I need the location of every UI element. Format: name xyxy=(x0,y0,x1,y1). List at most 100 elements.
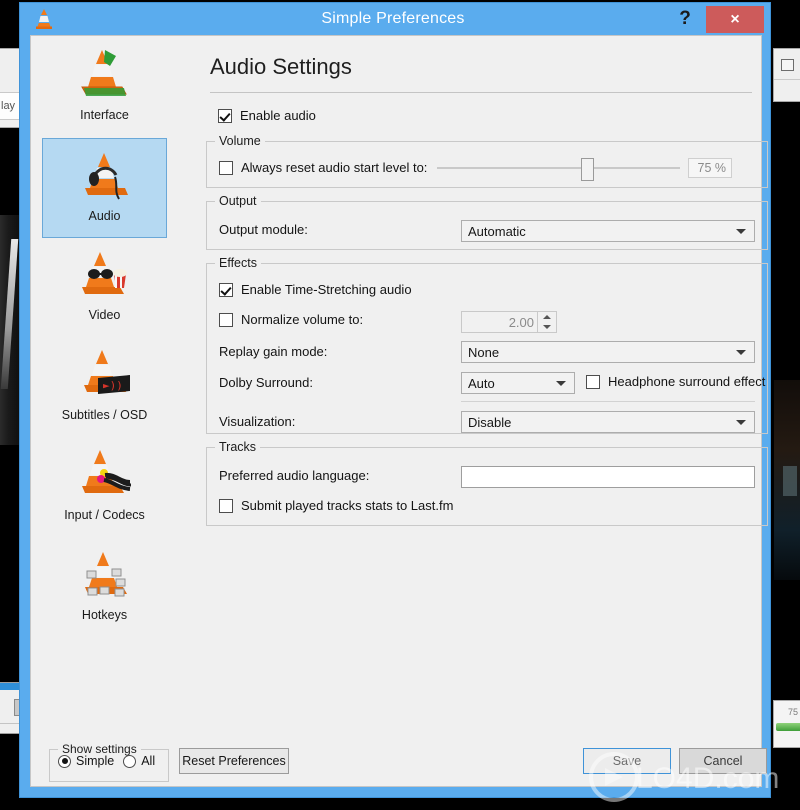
sidebar-item-video[interactable]: Video xyxy=(42,238,167,338)
volume-slider-track xyxy=(437,167,680,169)
normalize-row[interactable]: Normalize volume to: xyxy=(219,312,363,327)
visualization-value: Disable xyxy=(468,415,511,430)
svg-text:►)): ►)) xyxy=(103,379,123,392)
always-reset-row[interactable]: Always reset audio start level to: xyxy=(219,160,427,175)
settings-content: Audio Settings Enable audio Volume Alway… xyxy=(178,36,761,740)
dialog-body: Interface Audio xyxy=(30,35,762,787)
save-button[interactable]: Save xyxy=(583,748,671,774)
vlc-cone-headphones-icon xyxy=(74,145,136,207)
show-settings-group: Show settings Simple All xyxy=(49,742,169,782)
time-stretch-row[interactable]: Enable Time-Stretching audio xyxy=(219,282,412,297)
show-settings-radios[interactable]: Simple All xyxy=(50,754,168,768)
dolby-surround-select[interactable]: Auto xyxy=(461,372,575,394)
spinner-up-icon[interactable] xyxy=(538,312,556,322)
output-group: Output Output module: Automatic xyxy=(206,194,768,250)
cancel-button[interactable]: Cancel xyxy=(679,748,767,774)
enable-audio-row[interactable]: Enable audio xyxy=(218,108,316,123)
headphone-surround-label: Headphone surround effect xyxy=(608,374,765,389)
page-title: Audio Settings xyxy=(210,54,352,80)
close-button[interactable]: × xyxy=(706,6,764,33)
background-window-bottom-right[interactable]: 75 xyxy=(773,700,800,748)
sidebar-item-subtitles-osd[interactable]: ►)) Subtitles / OSD xyxy=(42,338,167,438)
spinner-down-icon[interactable] xyxy=(538,322,556,332)
volume-group: Volume Always reset audio start level to… xyxy=(206,134,768,188)
effects-group: Effects Enable Time-Stretching audio Nor… xyxy=(206,256,768,434)
time-stretch-checkbox[interactable] xyxy=(219,283,233,297)
replay-gain-select[interactable]: None xyxy=(461,341,755,363)
chevron-down-icon xyxy=(556,381,566,386)
sidebar-item-label: Video xyxy=(89,308,121,322)
cancel-button-label: Cancel xyxy=(704,754,743,768)
dialog-title: Simple Preferences xyxy=(20,10,770,28)
enable-audio-label: Enable audio xyxy=(240,108,316,123)
enable-audio-checkbox[interactable] xyxy=(218,109,232,123)
output-module-value: Automatic xyxy=(468,224,526,239)
radio-simple[interactable] xyxy=(58,755,71,768)
sidebar-item-interface[interactable]: Interface xyxy=(42,38,167,138)
lastfm-submit-checkbox[interactable] xyxy=(219,499,233,513)
output-module-label-wrap: Output module: xyxy=(219,222,308,237)
sidebar-item-audio[interactable]: Audio xyxy=(42,138,167,238)
background-window-right[interactable] xyxy=(773,48,800,102)
vlc-cone-popcorn-icon xyxy=(74,244,136,306)
dolby-surround-value: Auto xyxy=(468,376,495,391)
always-reset-checkbox[interactable] xyxy=(219,161,233,175)
normalize-checkbox[interactable] xyxy=(219,313,233,327)
output-module-select[interactable]: Automatic xyxy=(461,220,755,242)
reset-preferences-button[interactable]: Reset Preferences xyxy=(179,748,289,774)
chevron-down-icon xyxy=(736,229,746,234)
replay-gain-value: None xyxy=(468,345,499,360)
background-window-bottom-right-label: 75 xyxy=(788,707,798,717)
lastfm-submit-label: Submit played tracks stats to Last.fm xyxy=(241,498,453,513)
chevron-down-icon xyxy=(736,350,746,355)
radio-all-label: All xyxy=(141,754,155,768)
simple-preferences-dialog: Simple Preferences ? × xyxy=(19,2,771,798)
effects-divider xyxy=(461,401,755,402)
volume-slider-row[interactable]: 75 % xyxy=(437,158,732,178)
radio-all[interactable] xyxy=(123,755,136,768)
dialog-titlebar[interactable]: Simple Preferences ? × xyxy=(20,3,770,35)
sidebar-item-label: Input / Codecs xyxy=(64,508,145,522)
visualization-label-wrap: Visualization: xyxy=(219,414,295,429)
volume-slider[interactable] xyxy=(437,158,680,178)
vlc-cone-subtitles-icon: ►)) xyxy=(74,344,136,406)
headphone-surround-checkbox[interactable] xyxy=(586,375,600,389)
title-divider xyxy=(210,92,752,93)
spinner-buttons[interactable] xyxy=(537,312,556,332)
save-button-label: Save xyxy=(613,754,642,768)
help-button[interactable]: ? xyxy=(672,6,698,32)
dolby-surround-label: Dolby Surround: xyxy=(219,375,313,390)
audio-language-label-wrap: Preferred audio language: xyxy=(219,468,369,483)
output-group-legend: Output xyxy=(215,194,261,208)
sidebar-item-label: Interface xyxy=(80,108,129,122)
chevron-down-icon xyxy=(736,420,746,425)
headphone-row[interactable]: Headphone surround effect xyxy=(586,374,765,389)
lastfm-row[interactable]: Submit played tracks stats to Last.fm xyxy=(219,498,453,513)
radio-simple-label: Simple xyxy=(76,754,114,768)
volume-value: 75 % xyxy=(688,158,732,178)
visualization-select[interactable]: Disable xyxy=(461,411,755,433)
sidebar-item-label: Hotkeys xyxy=(82,608,127,622)
background-window-right-divider xyxy=(774,79,800,80)
dolby-label-wrap: Dolby Surround: xyxy=(219,375,313,390)
sidebar-item-hotkeys[interactable]: Hotkeys xyxy=(42,538,167,638)
time-stretch-label: Enable Time-Stretching audio xyxy=(241,282,412,297)
sidebar-item-label: Audio xyxy=(89,209,121,223)
replay-gain-label: Replay gain mode: xyxy=(219,344,327,359)
preferred-audio-language-input[interactable] xyxy=(461,466,755,488)
screenshot-root: lay 75 Simple xyxy=(0,0,800,810)
effects-group-legend: Effects xyxy=(215,256,261,270)
reset-preferences-label: Reset Preferences xyxy=(182,754,286,768)
background-photo-right xyxy=(774,380,800,580)
visualization-label: Visualization: xyxy=(219,414,295,429)
background-window-bottom-right-graphic xyxy=(776,723,800,731)
sidebar-item-input-codecs[interactable]: Input / Codecs xyxy=(42,438,167,538)
background-window-right-button[interactable] xyxy=(781,59,794,71)
vlc-cone-cables-icon xyxy=(74,444,136,506)
always-reset-label: Always reset audio start level to: xyxy=(241,160,427,175)
sidebar-item-label: Subtitles / OSD xyxy=(62,408,147,422)
normalize-value-spinner[interactable]: 2.00 xyxy=(461,311,557,333)
volume-slider-handle[interactable] xyxy=(581,158,594,181)
dialog-footer: Show settings Simple All Reset Preferenc… xyxy=(31,740,761,786)
volume-group-legend: Volume xyxy=(215,134,265,148)
